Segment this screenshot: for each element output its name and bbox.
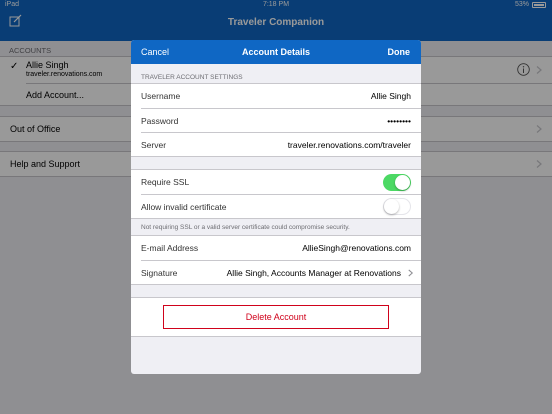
username-label: Username [141,91,181,101]
require-ssl-label: Require SSL [141,177,190,187]
ssl-group: Require SSL Allow invalid certificate [131,169,421,219]
server-row[interactable]: Server traveler.renovations.com/traveler [141,132,421,156]
email-label: E-mail Address [141,243,199,253]
invalid-cert-toggle[interactable] [383,198,411,215]
invalid-cert-row: Allow invalid certificate [141,194,421,218]
done-button[interactable]: Done [388,47,411,57]
email-value[interactable]: AllieSingh@renovations.com [302,243,411,253]
password-label: Password [141,115,179,126]
modal-title: Account Details [241,47,310,57]
server-label: Server [141,139,167,150]
password-row[interactable]: Password •••••••• [141,108,421,132]
modal-header: Cancel Account Details Done [131,40,421,64]
account-details-modal: Cancel Account Details Done TRAVELER ACC… [131,40,421,374]
delete-account-button[interactable]: Delete Account [163,305,389,329]
signature-value: Allie Singh, Accounts Manager at Renovat… [226,267,401,278]
settings-group: Username Allie Singh Password •••••••• S… [131,83,421,157]
delete-group: Delete Account [131,297,421,337]
signature-label: Signature [141,267,178,278]
require-ssl-toggle[interactable] [383,173,411,191]
signature-row[interactable]: Signature Allie Singh, Accounts Manager … [141,260,421,284]
username-row[interactable]: Username Allie Singh [141,84,421,108]
password-value[interactable]: •••••••• [387,116,411,126]
invalid-cert-label: Allow invalid certificate [141,201,227,212]
require-ssl-row: Require SSL [141,170,421,194]
ssl-note: Not requiring SSL or a valid server cert… [141,224,350,231]
server-value[interactable]: traveler.renovations.com/traveler [288,140,411,150]
email-group: E-mail Address AllieSingh@renovations.co… [131,235,421,285]
email-row[interactable]: E-mail Address AllieSingh@renovations.co… [141,236,421,260]
username-value[interactable]: Allie Singh [371,91,411,101]
settings-header: TRAVELER ACCOUNT SETTINGS [141,74,243,81]
chevron-right-icon [408,269,414,276]
